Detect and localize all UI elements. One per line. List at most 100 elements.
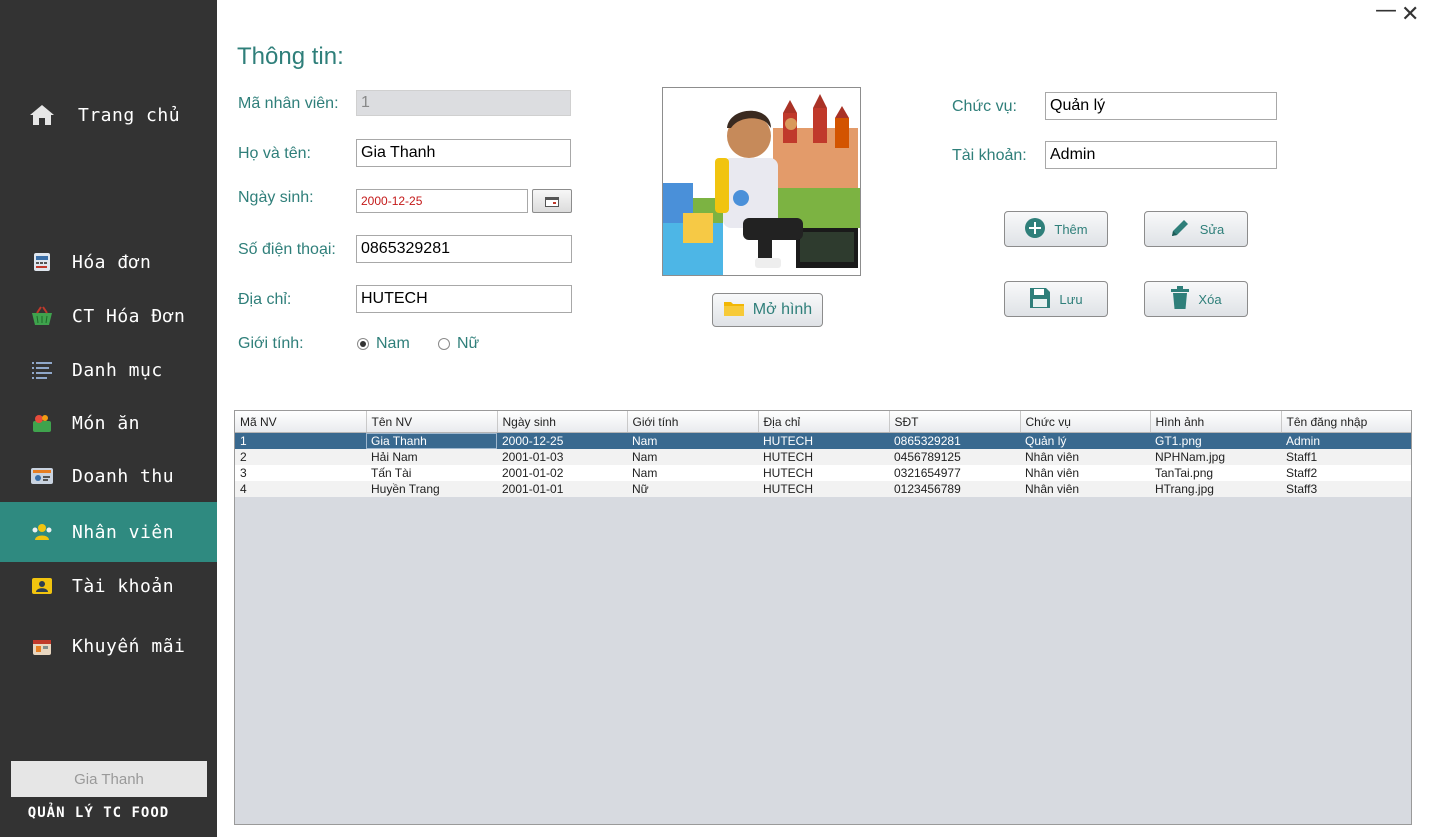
table-cell[interactable]: NPHNam.jpg (1150, 449, 1281, 465)
sidebar-item-invoice-detail[interactable]: CT Hóa Đơn (0, 291, 217, 341)
table-cell[interactable]: 0123456789 (889, 481, 1020, 497)
table-cell[interactable]: Nữ (627, 481, 758, 497)
calendar-button[interactable] (532, 189, 572, 213)
table-cell[interactable]: 2001-01-03 (497, 449, 627, 465)
gender-female-radio[interactable]: Nữ (438, 335, 479, 353)
account-field[interactable]: Admin (1045, 141, 1277, 169)
table-cell[interactable]: 0865329281 (889, 433, 1020, 450)
table-cell[interactable]: 2000-12-25 (497, 433, 627, 450)
dob-field[interactable]: 2000-12-25 (356, 189, 528, 213)
list-icon (28, 356, 56, 384)
sidebar-item-label: CT Hóa Đơn (72, 305, 186, 327)
account-label: Tài khoản: (952, 147, 1027, 164)
phone-field[interactable]: 0865329281 (356, 235, 572, 263)
column-header[interactable]: SĐT (889, 411, 1021, 433)
sidebar-item-label: Nhân viên (72, 521, 175, 543)
table-cell[interactable]: HUTECH (758, 465, 889, 481)
pencil-icon (1168, 216, 1192, 243)
folder-icon (723, 299, 745, 322)
sidebar-item-label: Doanh thu (72, 465, 175, 487)
open-image-button[interactable]: Mở hình (712, 293, 823, 327)
table-cell[interactable]: Gia Thanh (366, 432, 497, 449)
column-header[interactable]: Tên đăng nhập (1281, 411, 1411, 433)
employee-table: Mã NV Tên NV Ngày sinh Giới tính Địa chỉ… (234, 410, 1412, 825)
position-field[interactable]: Quản lý (1045, 92, 1277, 120)
column-header[interactable]: Hình ảnh (1150, 411, 1282, 433)
save-button[interactable]: Lưu (1004, 281, 1108, 317)
delete-button[interactable]: Xóa (1144, 281, 1248, 317)
add-button[interactable]: Thêm (1004, 211, 1108, 247)
table-cell[interactable]: Huyền Trang (366, 481, 497, 497)
table-row[interactable]: 3 Tấn Tài 2001-01-02 Nam HUTECH 03216549… (235, 465, 1411, 481)
table-cell[interactable]: Nam (627, 465, 758, 481)
column-header[interactable]: Chức vụ (1020, 411, 1151, 433)
radio-dot (357, 338, 369, 350)
staff-icon (28, 518, 56, 546)
table-cell[interactable]: 0456789125 (889, 449, 1020, 465)
table-cell[interactable]: HUTECH (758, 481, 889, 497)
table-cell[interactable]: Nam (627, 449, 758, 465)
sidebar-item-staff[interactable]: Nhân viên (0, 502, 217, 562)
delete-label: Xóa (1198, 291, 1222, 307)
table-cell[interactable]: 2 (235, 449, 366, 465)
table-cell[interactable]: 4 (235, 481, 366, 497)
column-header[interactable]: Giới tính (627, 411, 759, 433)
edit-label: Sửa (1199, 221, 1225, 237)
table-cell[interactable]: 2001-01-01 (497, 481, 627, 497)
table-cell[interactable]: Admin (1281, 433, 1411, 450)
sidebar-item-account[interactable]: Tài khoản (0, 561, 217, 611)
sidebar-item-home[interactable]: Trang chủ (0, 90, 217, 140)
table-cell[interactable]: Nam (627, 433, 758, 450)
table-cell[interactable]: HUTECH (758, 433, 889, 450)
table-row[interactable]: 2 Hải Nam 2001-01-03 Nam HUTECH 04567891… (235, 449, 1411, 465)
column-header[interactable]: Tên NV (366, 411, 498, 433)
sidebar-item-invoice[interactable]: Hóa đơn (0, 237, 217, 287)
address-field[interactable]: HUTECH (356, 285, 572, 313)
table-header-row: Mã NV Tên NV Ngày sinh Giới tính Địa chỉ… (235, 411, 1411, 433)
add-label: Thêm (1054, 221, 1088, 237)
table-cell[interactable]: Staff2 (1281, 465, 1411, 481)
table-cell[interactable]: HTrang.jpg (1150, 481, 1281, 497)
table-cell[interactable]: TanTai.png (1150, 465, 1281, 481)
table-cell[interactable]: 3 (235, 465, 366, 481)
table-cell[interactable]: HUTECH (758, 449, 889, 465)
table-cell[interactable]: 0321654977 (889, 465, 1020, 481)
sidebar-item-promotion[interactable]: Khuyến mãi (0, 621, 217, 671)
gender-male-label: Nam (376, 335, 410, 352)
edit-button[interactable]: Sửa (1144, 211, 1248, 247)
revenue-icon (28, 462, 56, 490)
employee-id-label: Mã nhân viên: (238, 95, 339, 112)
home-icon (28, 101, 56, 129)
name-field[interactable]: Gia Thanh (356, 139, 571, 167)
gender-male-radio[interactable]: Nam (357, 335, 410, 353)
app-name: QUẢN LÝ TC FOOD (27, 805, 170, 821)
employee-photo (662, 87, 861, 276)
table-cell[interactable]: Nhân viên (1020, 449, 1150, 465)
table-cell[interactable]: Staff1 (1281, 449, 1411, 465)
close-button[interactable]: ✕ (1401, 2, 1419, 27)
table-cell[interactable]: Staff3 (1281, 481, 1411, 497)
sidebar-item-label: Hóa đơn (72, 251, 152, 273)
sidebar: Trang chủ Hóa đơn CT Hóa Đơn Danh mục Mó… (0, 0, 217, 837)
table-cell[interactable]: Tấn Tài (366, 465, 497, 481)
table-row[interactable]: 4 Huyền Trang 2001-01-01 Nữ HUTECH 01234… (235, 481, 1411, 497)
column-header[interactable]: Địa chỉ (758, 411, 890, 433)
dob-label: Ngày sinh: (238, 189, 314, 206)
column-header[interactable]: Mã NV (235, 411, 367, 433)
current-user: Gia Thanh (11, 761, 207, 797)
sidebar-item-category[interactable]: Danh mục (0, 345, 217, 395)
table-cell[interactable]: Nhân viên (1020, 481, 1150, 497)
column-header[interactable]: Ngày sinh (497, 411, 628, 433)
table-cell[interactable]: Hải Nam (366, 449, 497, 465)
table-cell[interactable]: Quản lý (1020, 433, 1150, 450)
table-row[interactable]: 1 Gia Thanh 2000-12-25 Nam HUTECH 086532… (235, 432, 1411, 450)
table-cell[interactable]: GT1.png (1150, 433, 1281, 450)
table-cell[interactable]: Nhân viên (1020, 465, 1150, 481)
minimize-button[interactable]: — (1375, 0, 1397, 23)
table-cell[interactable]: 1 (235, 433, 366, 450)
radio-dot (438, 338, 450, 350)
employee-id-field: 1 (356, 90, 571, 116)
sidebar-item-revenue[interactable]: Doanh thu (0, 451, 217, 501)
table-cell[interactable]: 2001-01-02 (497, 465, 627, 481)
sidebar-item-dishes[interactable]: Món ăn (0, 398, 217, 448)
